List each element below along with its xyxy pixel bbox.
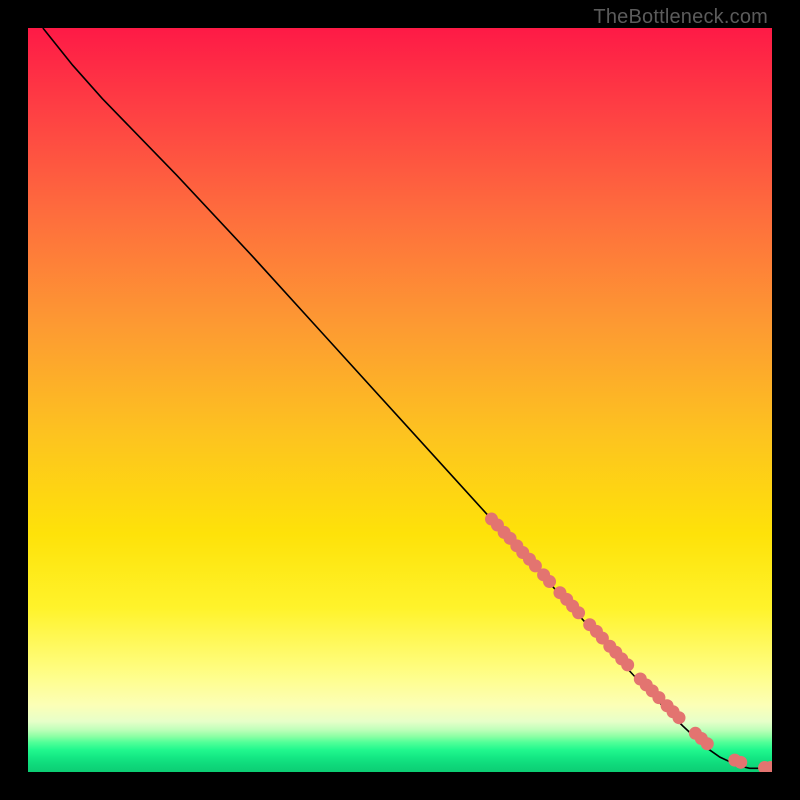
plot-area — [28, 28, 772, 772]
data-point — [701, 737, 714, 750]
data-point — [572, 606, 585, 619]
data-point — [543, 575, 556, 588]
chart-frame: TheBottleneck.com — [0, 0, 800, 800]
data-point — [734, 756, 747, 769]
bottleneck-curve — [43, 28, 772, 768]
data-point — [673, 711, 686, 724]
data-point — [621, 658, 634, 671]
attribution-text: TheBottleneck.com — [593, 6, 768, 29]
dot-cluster — [485, 513, 772, 772]
chart-svg — [28, 28, 772, 772]
